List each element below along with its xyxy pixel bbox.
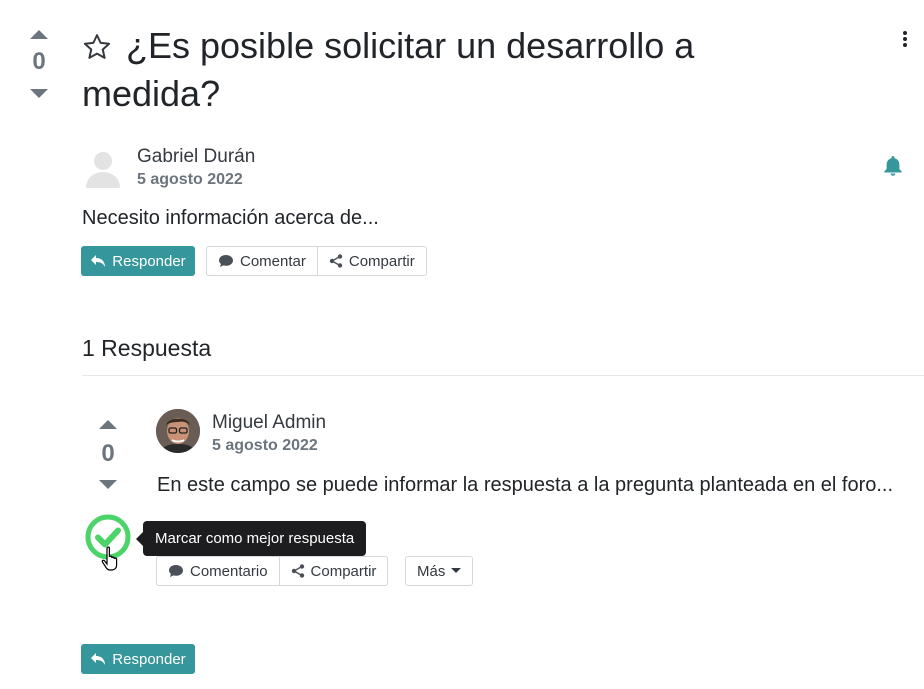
author-date: 5 agosto 2022: [137, 171, 243, 188]
answer-action-group: Comentario Compartir: [156, 556, 389, 586]
bell-icon[interactable]: [881, 154, 905, 183]
kebab-menu-icon[interactable]: [898, 30, 912, 55]
author-name[interactable]: Miguel Admin: [212, 412, 326, 434]
share-button[interactable]: Compartir: [316, 247, 426, 275]
reply-icon: [91, 653, 106, 665]
answer-upvote-button[interactable]: [99, 420, 117, 429]
tooltip: Marcar como mejor respuesta: [143, 521, 367, 556]
more-label: Más: [417, 562, 446, 580]
comment-button[interactable]: Comentario: [157, 557, 279, 585]
reply-label: Responder: [112, 252, 186, 270]
author-name[interactable]: Gabriel Durán: [137, 146, 255, 168]
divider: [82, 375, 924, 376]
question-body: Necesito información acerca de...: [82, 207, 379, 229]
avatar: [82, 146, 124, 188]
share-button[interactable]: Compartir: [278, 557, 388, 585]
share-icon: [291, 564, 304, 578]
comment-label: Comentario: [190, 562, 268, 580]
answer-vote-count: 0: [101, 440, 115, 467]
reply-icon: [91, 255, 106, 267]
share-label: Compartir: [310, 562, 377, 580]
share-icon: [329, 254, 343, 268]
answers-count-heading: 1 Respuesta: [82, 335, 212, 361]
question-title: ¿Es posible solicitar un desarrollo a me…: [82, 25, 695, 114]
reply-label: Responder: [112, 650, 186, 668]
comment-label: Comentar: [240, 252, 306, 270]
question-vote-count: 0: [32, 48, 46, 75]
more-dropdown[interactable]: Más: [405, 556, 474, 586]
answer-body: En este campo se puede informar la respu…: [157, 474, 894, 496]
reply-button[interactable]: Responder: [81, 246, 195, 276]
author-date: 5 agosto 2022: [212, 437, 318, 454]
avatar: [156, 409, 200, 453]
reply-button[interactable]: Responder: [81, 644, 195, 674]
comment-button[interactable]: Comentar: [207, 247, 317, 275]
question-action-group: Comentar Compartir: [206, 246, 427, 276]
comment-icon: [169, 565, 183, 577]
question-downvote-button[interactable]: [30, 89, 48, 98]
caret-down-icon: [451, 568, 462, 573]
more-button[interactable]: Más: [406, 557, 472, 585]
tooltip-arrow: [136, 532, 143, 546]
comment-icon: [219, 255, 233, 267]
answer-downvote-button[interactable]: [99, 480, 117, 489]
question-upvote-button[interactable]: [30, 30, 48, 39]
hand-cursor-icon: [101, 545, 121, 578]
share-label: Compartir: [348, 252, 415, 270]
